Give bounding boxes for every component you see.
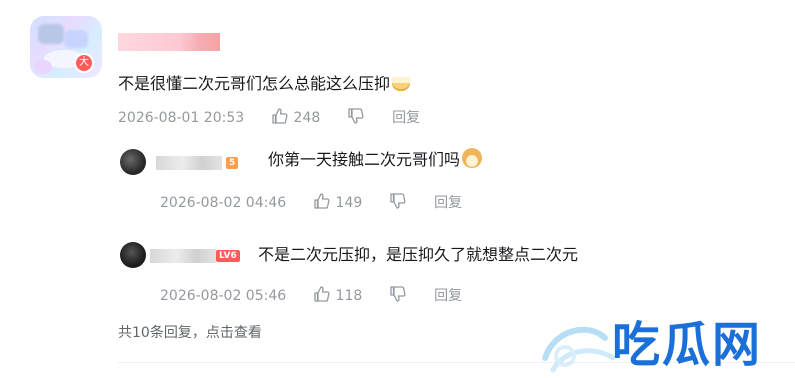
bowl-emoji-icon xyxy=(392,77,411,91)
reply-text-content: 不是二次元压抑，是压抑久了就想整点二次元 xyxy=(258,245,579,264)
level-badge: 5 xyxy=(226,157,239,169)
vip-badge: 大 xyxy=(74,53,94,73)
reply-button[interactable]: 回复 xyxy=(434,288,462,304)
reply-avatar[interactable] xyxy=(120,242,146,268)
thumbs-up-icon xyxy=(314,193,330,209)
thumbs-down-icon xyxy=(390,193,406,209)
reply-text: 你第一天接触二次元哥们吗 xyxy=(268,148,483,172)
reply-text: 不是二次元压抑，是压抑久了就想整点二次元 xyxy=(258,243,578,267)
reply-button[interactable]: 回复 xyxy=(392,110,420,126)
like-count: 149 xyxy=(335,195,363,211)
reply-meta: 2026-08-02 05:46 118 回复 xyxy=(160,285,462,305)
dislike-button[interactable] xyxy=(347,108,369,126)
comment-text: 不是很懂二次元哥们怎么总能这么压抑 xyxy=(118,72,411,96)
comment-meta: 2026-08-01 20:53 248 回复 xyxy=(118,107,420,127)
thumbs-up-icon xyxy=(314,286,330,302)
reply-username-blurred[interactable] xyxy=(150,249,216,263)
reply-timestamp: 2026-08-02 04:46 xyxy=(160,195,287,211)
reply-meta: 2026-08-02 04:46 149 回复 xyxy=(160,192,462,212)
comment-timestamp: 2026-08-01 20:53 xyxy=(118,110,245,126)
level-badge: LV6 xyxy=(216,250,240,262)
like-button[interactable]: 118 xyxy=(313,286,367,304)
dislike-button[interactable] xyxy=(389,193,411,211)
reply-button[interactable]: 回复 xyxy=(434,195,462,211)
like-count: 118 xyxy=(335,288,363,304)
like-button[interactable]: 248 xyxy=(271,108,325,126)
dislike-button[interactable] xyxy=(389,286,411,304)
comment-text-content: 不是很懂二次元哥们怎么总能这么压抑 xyxy=(118,74,391,93)
reply-username-blurred[interactable] xyxy=(156,156,222,170)
reply-avatar[interactable] xyxy=(120,149,146,175)
like-count: 248 xyxy=(293,110,321,126)
reply-text-content: 你第一天接触二次元哥们吗 xyxy=(268,150,461,169)
thumbs-up-icon xyxy=(272,108,288,124)
watermark-text: 吃瓜网 xyxy=(612,317,763,373)
reply-timestamp: 2026-08-02 05:46 xyxy=(160,288,287,304)
view-more-replies-link[interactable]: 共10条回复，点击查看 xyxy=(118,322,262,342)
like-button[interactable]: 149 xyxy=(313,193,367,211)
thumbs-down-icon xyxy=(390,286,406,302)
doge-emoji-icon xyxy=(462,148,483,168)
username-blurred[interactable] xyxy=(118,33,220,51)
thumbs-down-icon xyxy=(348,108,364,124)
